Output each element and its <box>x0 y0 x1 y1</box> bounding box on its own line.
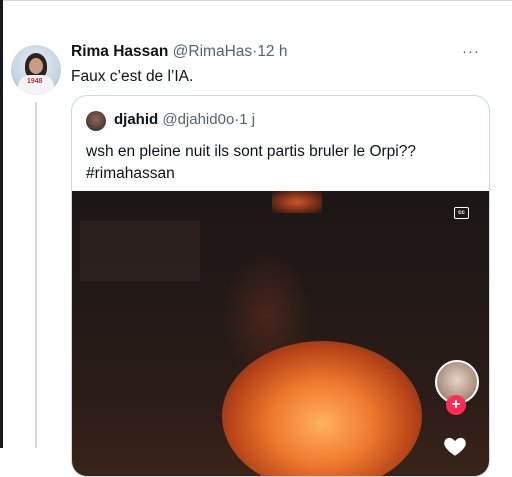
avatar-face <box>29 58 43 74</box>
window-glow <box>272 191 322 213</box>
closed-captions-icon[interactable]: cc <box>454 207 469 219</box>
quote-text: wsh en pleine nuit ils sont partis brule… <box>86 143 416 182</box>
avatar-badge: 1948 <box>26 78 44 85</box>
building-wall <box>80 221 200 281</box>
author-avatar[interactable]: 1948 <box>11 45 61 95</box>
left-border <box>0 0 3 448</box>
quote-author-handle[interactable]: @djahid0o <box>162 111 234 128</box>
follow-plus-icon[interactable]: + <box>446 395 466 415</box>
quote-header: djahid @djahid0o·1 j <box>114 111 255 128</box>
quote-time[interactable]: 1 j <box>239 111 255 128</box>
quoted-tweet-card[interactable]: djahid @djahid0o·1 j wsh en pleine nuit … <box>71 95 490 477</box>
tweet-header: Rima Hassan @RimaHas·12 h <box>71 43 287 61</box>
thread-line <box>35 102 37 448</box>
author-handle[interactable]: @RimaHas <box>173 43 252 60</box>
fire-glow <box>222 341 422 476</box>
tweet-text: Faux c’est de l’IA. <box>71 68 194 85</box>
quote-author-name[interactable]: djahid <box>114 111 158 128</box>
author-name[interactable]: Rima Hassan <box>71 43 168 60</box>
quote-author-avatar[interactable] <box>86 111 106 131</box>
more-icon[interactable]: ··· <box>462 43 480 60</box>
tweet-time[interactable]: 12 h <box>257 43 287 60</box>
top-divider <box>0 0 512 1</box>
like-heart-icon[interactable] <box>442 433 468 459</box>
video-player[interactable]: cc + <box>72 191 489 476</box>
